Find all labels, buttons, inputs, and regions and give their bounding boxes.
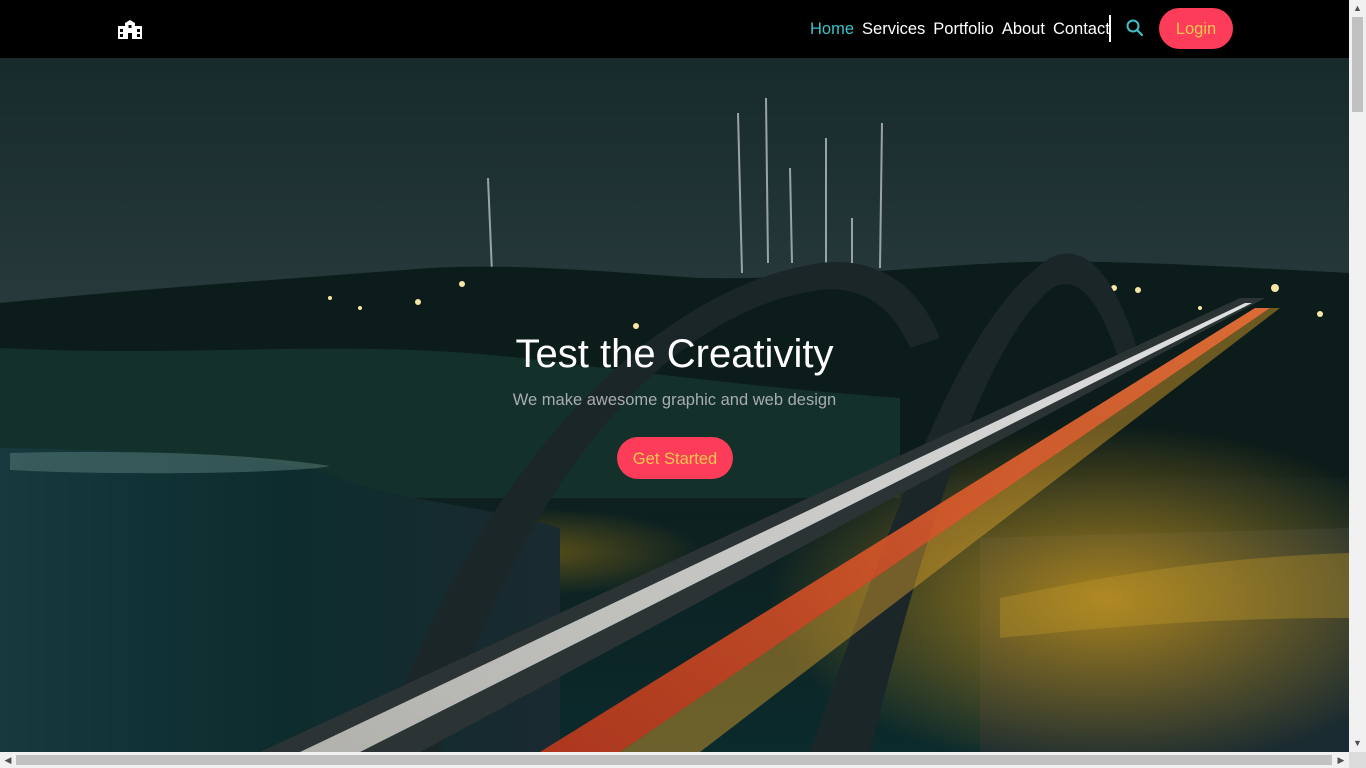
- nav-link-about[interactable]: About: [1002, 20, 1045, 39]
- horizontal-scrollbar[interactable]: ◀ ▶: [0, 752, 1349, 768]
- scroll-up-arrow-icon[interactable]: ▲: [1349, 0, 1366, 17]
- vertical-scrollbar[interactable]: ▲ ▼: [1349, 0, 1366, 752]
- scroll-down-arrow-icon[interactable]: ▼: [1349, 735, 1366, 752]
- hero-section: Test the Creativity We make awesome grap…: [0, 58, 1349, 752]
- nav-divider: [1109, 15, 1111, 42]
- navbar: Home Services Portfolio About Contact Lo…: [0, 0, 1349, 58]
- get-started-button[interactable]: Get Started: [617, 437, 733, 479]
- nav-link-contact[interactable]: Contact: [1053, 20, 1110, 39]
- horizontal-scroll-thumb[interactable]: [16, 755, 1332, 765]
- page: Home Services Portfolio About Contact Lo…: [0, 0, 1366, 768]
- building-icon[interactable]: [116, 17, 144, 41]
- search-icon[interactable]: [1125, 18, 1145, 38]
- nav-link-home[interactable]: Home: [810, 20, 854, 39]
- hero-subtitle: We make awesome graphic and web design: [512, 391, 837, 409]
- scrollbar-corner: [1349, 752, 1366, 768]
- scroll-left-arrow-icon[interactable]: ◀: [0, 752, 16, 768]
- vertical-scroll-thumb[interactable]: [1352, 17, 1363, 112]
- nav-link-portfolio[interactable]: Portfolio: [933, 20, 994, 39]
- hero-title: Test the Creativity: [515, 332, 834, 376]
- nav-links: Home Services Portfolio About Contact: [810, 18, 1110, 40]
- scroll-right-arrow-icon[interactable]: ▶: [1333, 752, 1349, 768]
- login-button[interactable]: Login: [1159, 8, 1233, 49]
- nav-link-services[interactable]: Services: [862, 20, 925, 39]
